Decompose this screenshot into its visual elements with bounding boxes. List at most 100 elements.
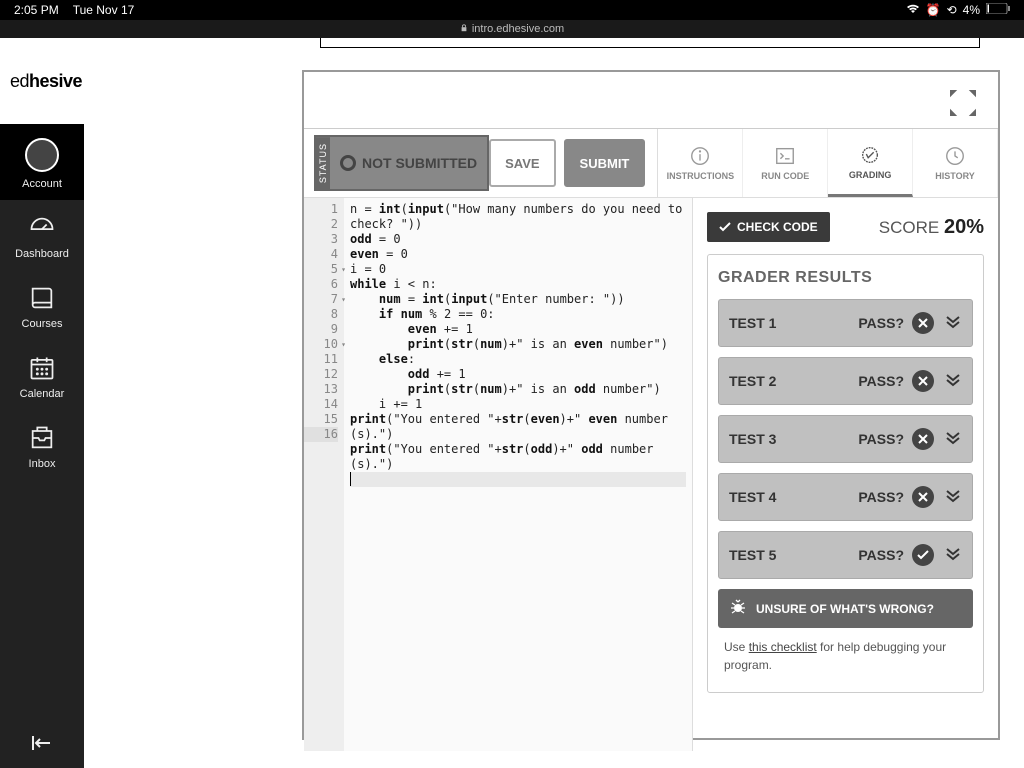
results-title: GRADER RESULTS [718, 269, 973, 287]
url-host: intro.edhesive.com [472, 23, 564, 35]
ios-status-bar: 2:05 PM Tue Nov 17 ⏰ ⟲ 4% [0, 0, 1024, 20]
fail-icon [912, 428, 934, 450]
test-row[interactable]: TEST 2PASS? [718, 357, 973, 405]
tab-label: HISTORY [935, 171, 975, 181]
logo-prefix: ed [10, 71, 29, 91]
sidebar-item-calendar[interactable]: Calendar [0, 340, 84, 410]
chevron-down-icon [944, 547, 962, 564]
hint-prefix: Use [724, 640, 749, 654]
fail-icon [912, 312, 934, 334]
tab-grading[interactable]: GRADING [828, 129, 913, 197]
main-content: STATUS NOT SUBMITTED SAVE SUBMIT INSTRUC… [84, 38, 1024, 768]
sidebar-item-inbox[interactable]: Inbox [0, 410, 84, 480]
chevron-down-icon [944, 489, 962, 506]
code-area[interactable]: n = int(input("How many numbers do you n… [344, 198, 692, 751]
pass-icon [912, 544, 934, 566]
alarm-icon: ⏰ [926, 3, 941, 17]
grader-panel: CHECK CODE SCORE 20% GRADER RESULTS TEST… [692, 198, 998, 751]
pass-label: PASS? [858, 431, 904, 447]
tab-run-code[interactable]: RUN CODE [743, 129, 828, 197]
status-vertical-label: STATUS [316, 137, 330, 189]
wifi-icon [906, 3, 920, 17]
fullscreen-toggle[interactable] [950, 90, 980, 116]
nav-label: Calendar [20, 388, 65, 400]
code-editor[interactable]: 12345678910111213141516 n = int(input("H… [304, 198, 692, 751]
test-row[interactable]: TEST 1PASS? [718, 299, 973, 347]
expand-icon [964, 104, 976, 116]
brand-logo: edhesive [0, 38, 84, 124]
fail-icon [912, 486, 934, 508]
test-row[interactable]: TEST 5PASS? [718, 531, 973, 579]
test-name: TEST 5 [729, 547, 858, 563]
test-name: TEST 1 [729, 315, 858, 331]
pass-label: PASS? [858, 315, 904, 331]
instructions-icon [689, 145, 711, 167]
book-icon [28, 284, 56, 312]
expand-icon [950, 90, 962, 102]
test-name: TEST 3 [729, 431, 858, 447]
collapse-sidebar-button[interactable] [0, 718, 84, 768]
nav-label: Inbox [29, 458, 56, 470]
nav-label: Account [22, 178, 62, 190]
orientation-lock-icon: ⟲ [947, 3, 957, 17]
check-code-label: CHECK CODE [737, 220, 818, 234]
submission-status-badge: STATUS NOT SUBMITTED [314, 135, 489, 191]
unsure-banner: UNSURE OF WHAT'S WRONG? [718, 589, 973, 628]
chevron-down-icon [944, 373, 962, 390]
grading-icon [859, 144, 881, 166]
status-text: NOT SUBMITTED [362, 155, 477, 171]
lock-icon [460, 23, 468, 35]
logo-suffix: hesive [29, 71, 82, 91]
history-icon [944, 145, 966, 167]
expand-icon [964, 90, 976, 102]
score-display: SCORE 20% [879, 216, 984, 239]
tab-instructions[interactable]: INSTRUCTIONS [658, 129, 743, 197]
tab-history[interactable]: HISTORY [913, 129, 998, 197]
status-circle-icon [340, 155, 356, 171]
submit-button[interactable]: SUBMIT [564, 139, 646, 187]
sidebar-item-dashboard[interactable]: Dashboard [0, 200, 84, 270]
editor-toolbar: STATUS NOT SUBMITTED SAVE SUBMIT INSTRUC… [304, 128, 998, 198]
bug-icon [730, 599, 746, 618]
score-value: 20% [944, 216, 984, 238]
test-name: TEST 4 [729, 489, 858, 505]
line-gutter: 12345678910111213141516 [304, 198, 344, 751]
check-icon [719, 222, 731, 232]
chevron-down-icon [944, 431, 962, 448]
test-row[interactable]: TEST 3PASS? [718, 415, 973, 463]
check-code-button[interactable]: CHECK CODE [707, 212, 830, 242]
expand-icon [950, 104, 962, 116]
checklist-link[interactable]: this checklist [749, 640, 817, 654]
pass-label: PASS? [858, 489, 904, 505]
fail-icon [912, 370, 934, 392]
assignment-panel: STATUS NOT SUBMITTED SAVE SUBMIT INSTRUC… [302, 70, 1000, 740]
nav-label: Courses [22, 318, 63, 330]
main-sidebar: edhesive Account Dashboard Courses Calen… [0, 38, 84, 768]
pass-label: PASS? [858, 547, 904, 563]
tab-label: INSTRUCTIONS [667, 171, 735, 181]
score-label: SCORE [879, 218, 939, 237]
save-button[interactable]: SAVE [489, 139, 555, 187]
tab-label: GRADING [849, 170, 892, 180]
battery-pct: 4% [963, 3, 980, 17]
chevron-down-icon [944, 315, 962, 332]
nav-label: Dashboard [15, 248, 69, 260]
terminal-icon [774, 145, 796, 167]
address-bar[interactable]: intro.edhesive.com [0, 20, 1024, 38]
status-date: Tue Nov 17 [73, 3, 135, 17]
avatar [25, 138, 59, 172]
tab-label: RUN CODE [761, 171, 809, 181]
grader-results: GRADER RESULTS TEST 1PASS?TEST 2PASS?TES… [707, 254, 984, 693]
dashboard-icon [28, 214, 56, 242]
inbox-icon [28, 424, 56, 452]
calendar-icon [28, 354, 56, 382]
test-row[interactable]: TEST 4PASS? [718, 473, 973, 521]
battery-icon [986, 3, 1010, 17]
status-time: 2:05 PM [14, 3, 59, 17]
test-name: TEST 2 [729, 373, 858, 389]
sidebar-item-courses[interactable]: Courses [0, 270, 84, 340]
sidebar-item-account[interactable]: Account [0, 124, 84, 200]
prev-panel-edge [320, 38, 980, 48]
pass-label: PASS? [858, 373, 904, 389]
hint-text: Use this checklist for help debugging yo… [718, 628, 973, 678]
